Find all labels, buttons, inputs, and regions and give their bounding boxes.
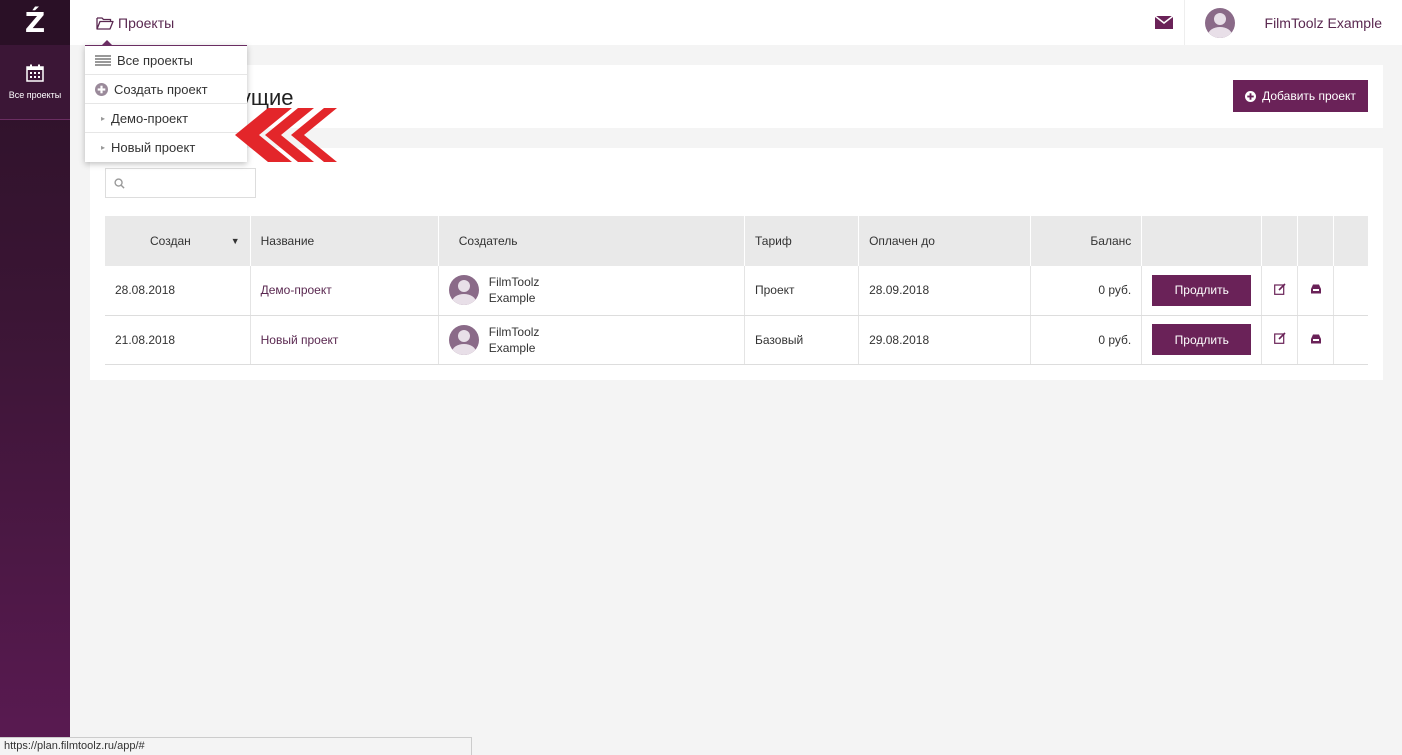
edit-icon[interactable] (1273, 283, 1286, 295)
dropdown-item-new-project[interactable]: ▸ Новый проект (85, 133, 247, 162)
messages-button[interactable] (1145, 0, 1185, 45)
plus-circle-icon (1245, 90, 1257, 102)
table-header-row: Создан ▼ Название Создатель Тариф Оплаче… (105, 216, 1368, 266)
cell-created: 28.08.2018 (105, 266, 251, 316)
add-project-label: Добавить проект (1262, 89, 1356, 103)
search-input[interactable] (131, 176, 251, 190)
cell-archive (1297, 266, 1335, 316)
dropdown-item-label: Новый проект (111, 140, 196, 155)
sidebar-item-label: Все проекты (8, 90, 62, 100)
column-header-paid-until[interactable]: Оплачен до (858, 216, 1032, 266)
calendar-icon (26, 64, 44, 82)
creator-first-name: FilmToolz (488, 275, 540, 290)
column-header-empty (1297, 216, 1335, 266)
app-logo[interactable]: Ź (0, 0, 70, 45)
dropdown-item-create-project[interactable]: Создать проект (85, 75, 247, 104)
cell-balance: 0 руб. (1030, 315, 1143, 365)
cell-action: Продлить (1141, 315, 1263, 365)
edit-icon[interactable] (1273, 332, 1286, 344)
table-row: 28.08.2018 Демо-проект FilmToolz Example… (105, 266, 1368, 316)
dropdown-item-label: Создать проект (114, 81, 208, 97)
projects-dropdown: Все проекты Создать проект ▸ Демо-проект… (85, 40, 247, 162)
cell-created: 21.08.2018 (105, 315, 251, 365)
folder-open-icon (96, 16, 114, 30)
column-header-creator[interactable]: Создатель (438, 216, 745, 266)
chevrons-left-icon (235, 108, 337, 162)
caret-right-icon: ▸ (101, 143, 106, 152)
dropdown-item-label: Демо-проект (111, 110, 189, 126)
search-box[interactable] (105, 168, 256, 198)
list-icon (95, 54, 111, 66)
projects-menu-label: Проекты (118, 14, 175, 31)
creator-last-name: Example (488, 291, 536, 306)
cell-archive (1297, 315, 1335, 365)
dropdown-item-demo-project[interactable]: ▸ Демо-проект (85, 104, 247, 133)
cell-action: Продлить (1141, 266, 1263, 316)
envelope-icon (1155, 16, 1174, 29)
cell-paid-until: 29.08.2018 (858, 315, 1032, 365)
creator-avatar (448, 275, 479, 306)
cell-balance: 0 руб. (1030, 266, 1143, 316)
projects-table-card: Создан ▼ Название Создатель Тариф Оплаче… (90, 148, 1383, 380)
topbar-right: FilmToolz Example (1145, 0, 1402, 45)
cell-creator: FilmToolz Example (438, 266, 745, 316)
topbar: Проекты FilmToolz Example (70, 0, 1402, 45)
cell-tariff: Базовый (744, 315, 860, 365)
user-name[interactable]: FilmToolz Example (1265, 15, 1382, 31)
cell-creator: FilmToolz Example (438, 315, 745, 365)
inbox-icon[interactable] (1310, 334, 1322, 344)
column-header-tariff[interactable]: Тариф (744, 216, 860, 266)
cell-paid-until: 28.09.2018 (858, 266, 1032, 316)
cell-name: Новый проект (250, 315, 439, 365)
dropdown-item-all-projects[interactable]: Все проекты (85, 46, 247, 75)
projects-menu-button[interactable]: Проекты (96, 15, 174, 31)
creator-last-name: Example (488, 340, 536, 355)
creator-first-name: FilmToolz (488, 324, 540, 339)
table-row: 21.08.2018 Новый проект FilmToolz Exampl… (105, 315, 1368, 365)
sidebar: Ź Все проекты (0, 0, 70, 755)
status-bar-url: https://plan.filmtoolz.ru/app/# (0, 737, 472, 755)
add-project-button[interactable]: Добавить проект (1233, 80, 1368, 112)
column-header-empty (1334, 216, 1368, 266)
caret-right-icon: ▸ (101, 113, 106, 123)
column-header-name[interactable]: Название (250, 216, 439, 266)
user-avatar[interactable] (1204, 7, 1235, 38)
extend-button[interactable]: Продлить (1152, 324, 1252, 355)
cell-empty (1333, 266, 1368, 316)
sidebar-item-all-projects[interactable]: Все проекты (0, 45, 70, 120)
cell-empty (1333, 315, 1368, 365)
column-header-empty (1141, 216, 1263, 266)
cell-name: Демо-проект (250, 266, 439, 316)
projects-table: Создан ▼ Название Создатель Тариф Оплаче… (105, 216, 1368, 365)
dropdown-item-label: Все проекты (117, 52, 193, 68)
creator-avatar (448, 324, 479, 355)
cell-edit (1261, 315, 1299, 365)
project-link[interactable]: Демо-проект (261, 283, 332, 297)
extend-button[interactable]: Продлить (1152, 274, 1252, 306)
plus-circle-icon (95, 82, 108, 96)
sort-desc-icon: ▼ (230, 236, 240, 246)
cell-edit (1261, 266, 1299, 316)
search-icon (114, 177, 125, 189)
inbox-icon[interactable] (1310, 284, 1322, 294)
cell-tariff: Проект (744, 266, 860, 316)
column-header-balance[interactable]: Баланс (1030, 216, 1143, 266)
project-link[interactable]: Новый проект (261, 333, 339, 347)
column-header-empty (1261, 216, 1299, 266)
column-header-created[interactable]: Создан ▼ (105, 216, 251, 266)
column-header-label: Создан (150, 234, 191, 248)
